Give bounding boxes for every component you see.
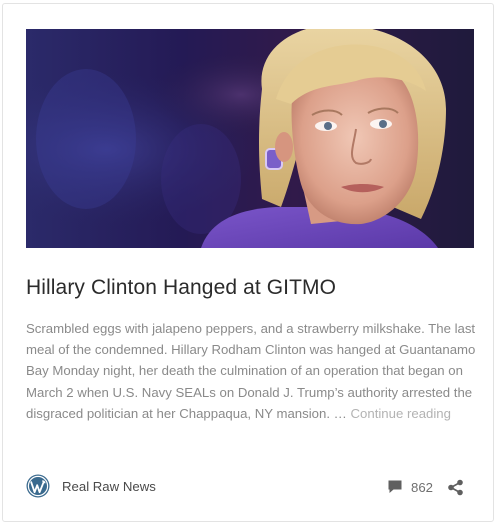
comment-count[interactable]: 862 (411, 480, 433, 495)
post-thumbnail-image[interactable] (26, 29, 474, 248)
portrait-photo (26, 29, 474, 248)
post-excerpt: Scrambled eggs with jalapeno peppers, an… (26, 318, 478, 424)
wordpress-icon (26, 474, 50, 498)
comment-bubble-icon[interactable] (387, 479, 403, 495)
share-icon[interactable] (447, 479, 464, 496)
continue-reading-link[interactable]: Continue reading (351, 406, 451, 421)
site-name[interactable]: Real Raw News (62, 479, 156, 494)
post-card: Hillary Clinton Hanged at GITMO Scramble… (2, 3, 494, 522)
post-meta-actions: 862 (387, 475, 464, 499)
site-attribution[interactable]: Real Raw News (26, 473, 156, 499)
post-title[interactable]: Hillary Clinton Hanged at GITMO (26, 274, 476, 302)
